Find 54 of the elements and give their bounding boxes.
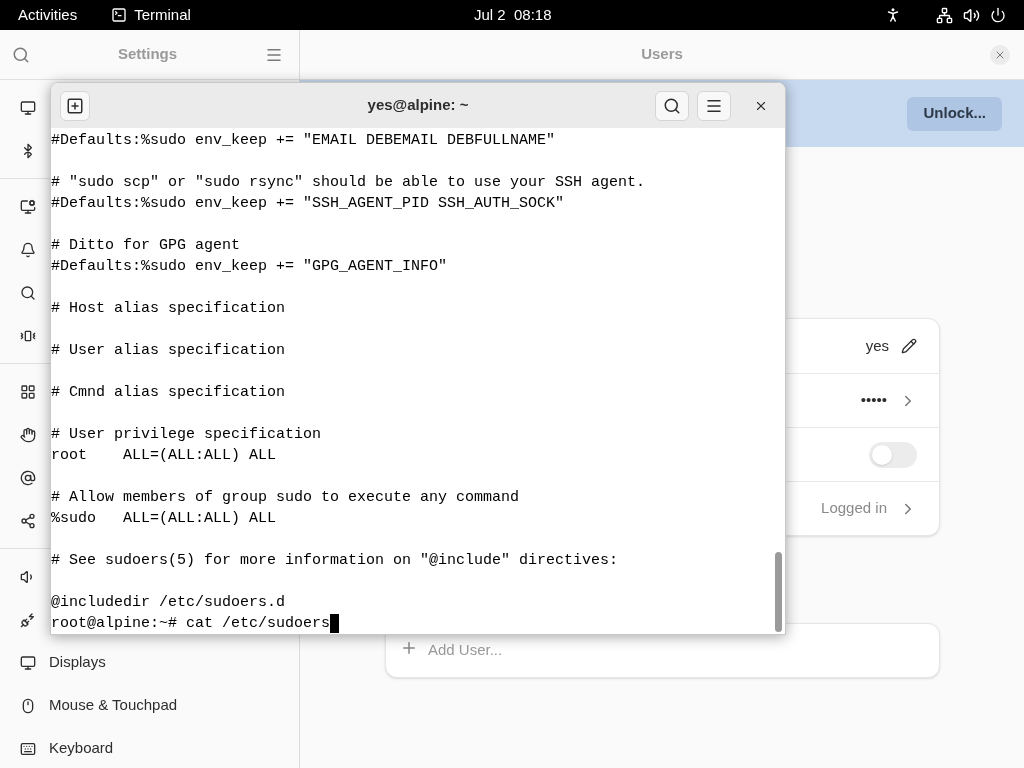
terminal-line: @includedir /etc/sudoers.d <box>51 593 286 613</box>
terminal-line: # User privilege specification <box>51 425 322 445</box>
activities-button[interactable]: Activities <box>18 3 78 27</box>
power-icon[interactable] <box>990 7 1006 23</box>
terminal-line: #Defaults:%sudo env_keep += "EMAIL DEBEMAIL DEBFULLNAME" <box>51 131 556 151</box>
hand-icon[interactable] <box>20 426 36 443</box>
app-menu[interactable]: Terminal <box>134 3 191 27</box>
plug-icon[interactable] <box>20 611 36 628</box>
terminal-line: # See sudoers(5) for more information on "@include" directives: <box>51 551 619 571</box>
clock[interactable]: Jul 2 08:18 <box>474 3 552 27</box>
user-name: yes <box>865 335 889 356</box>
status-text: Logged in <box>821 498 887 519</box>
at-sign-icon[interactable] <box>20 469 36 486</box>
new-tab-button[interactable] <box>60 90 90 121</box>
sidebar-item[interactable]: Displays <box>0 641 299 684</box>
pencil-icon[interactable] <box>901 338 917 354</box>
volume-icon[interactable] <box>963 6 980 24</box>
terminal-line: # User alias specification <box>51 341 286 361</box>
keyboard-icon <box>20 740 36 757</box>
unlock-button[interactable]: Unlock... <box>907 96 1002 131</box>
share-icon[interactable] <box>20 512 36 529</box>
terminal-line: #Defaults:%sudo env_keep += "GPG_AGENT_INFO" <box>51 257 448 277</box>
network-icon[interactable] <box>936 6 953 24</box>
terminal-line: # Cmnd alias specification <box>51 383 286 403</box>
search-button[interactable] <box>655 90 689 121</box>
mouse-icon <box>20 697 36 714</box>
computer-icon[interactable] <box>20 99 36 116</box>
grid-icon[interactable] <box>20 383 36 400</box>
plus-icon <box>400 639 418 657</box>
terminal-prompt: root@alpine:~# cat /etc/sudoers <box>51 614 331 634</box>
sidebar-item[interactable]: Mouse & Touchpad <box>0 684 299 727</box>
sidebar-item[interactable]: Keyboard <box>0 727 299 768</box>
terminal-line: # Host alias specification <box>51 299 286 319</box>
menu-button[interactable] <box>697 90 731 121</box>
close-button[interactable] <box>990 44 1010 65</box>
page-title: Users <box>641 44 683 65</box>
new-tab-icon <box>66 96 84 115</box>
monitor-icon[interactable] <box>20 198 36 215</box>
terminal-line: # Allow members of group sudo to execute any command <box>51 488 520 508</box>
search-icon[interactable] <box>20 284 36 301</box>
terminal-line: %sudo ALL=(ALL:ALL) ALL <box>51 509 277 529</box>
password-dots: ••••• <box>860 390 887 411</box>
terminal-line: root ALL=(ALL:ALL) ALL <box>51 446 277 466</box>
display-icon <box>20 654 36 671</box>
sidebar-title: Settings <box>116 44 179 65</box>
text-cursor <box>330 614 340 633</box>
terminal-line: # "sudo scp" or "sudo rsync" should be able to use your SSH agent. <box>51 173 646 193</box>
search-icon <box>663 96 681 115</box>
terminal-line: # Ditto for GPG agent <box>51 236 241 256</box>
terminal-icon <box>111 7 128 23</box>
bell-icon[interactable] <box>20 241 36 258</box>
toggle-switch[interactable] <box>869 441 917 468</box>
terminal-line: #Defaults:%sudo env_keep += "SSH_AGENT_PID SSH_AUTH_SOCK" <box>51 194 565 214</box>
window-title: yes@alpine: ~ <box>367 95 469 116</box>
